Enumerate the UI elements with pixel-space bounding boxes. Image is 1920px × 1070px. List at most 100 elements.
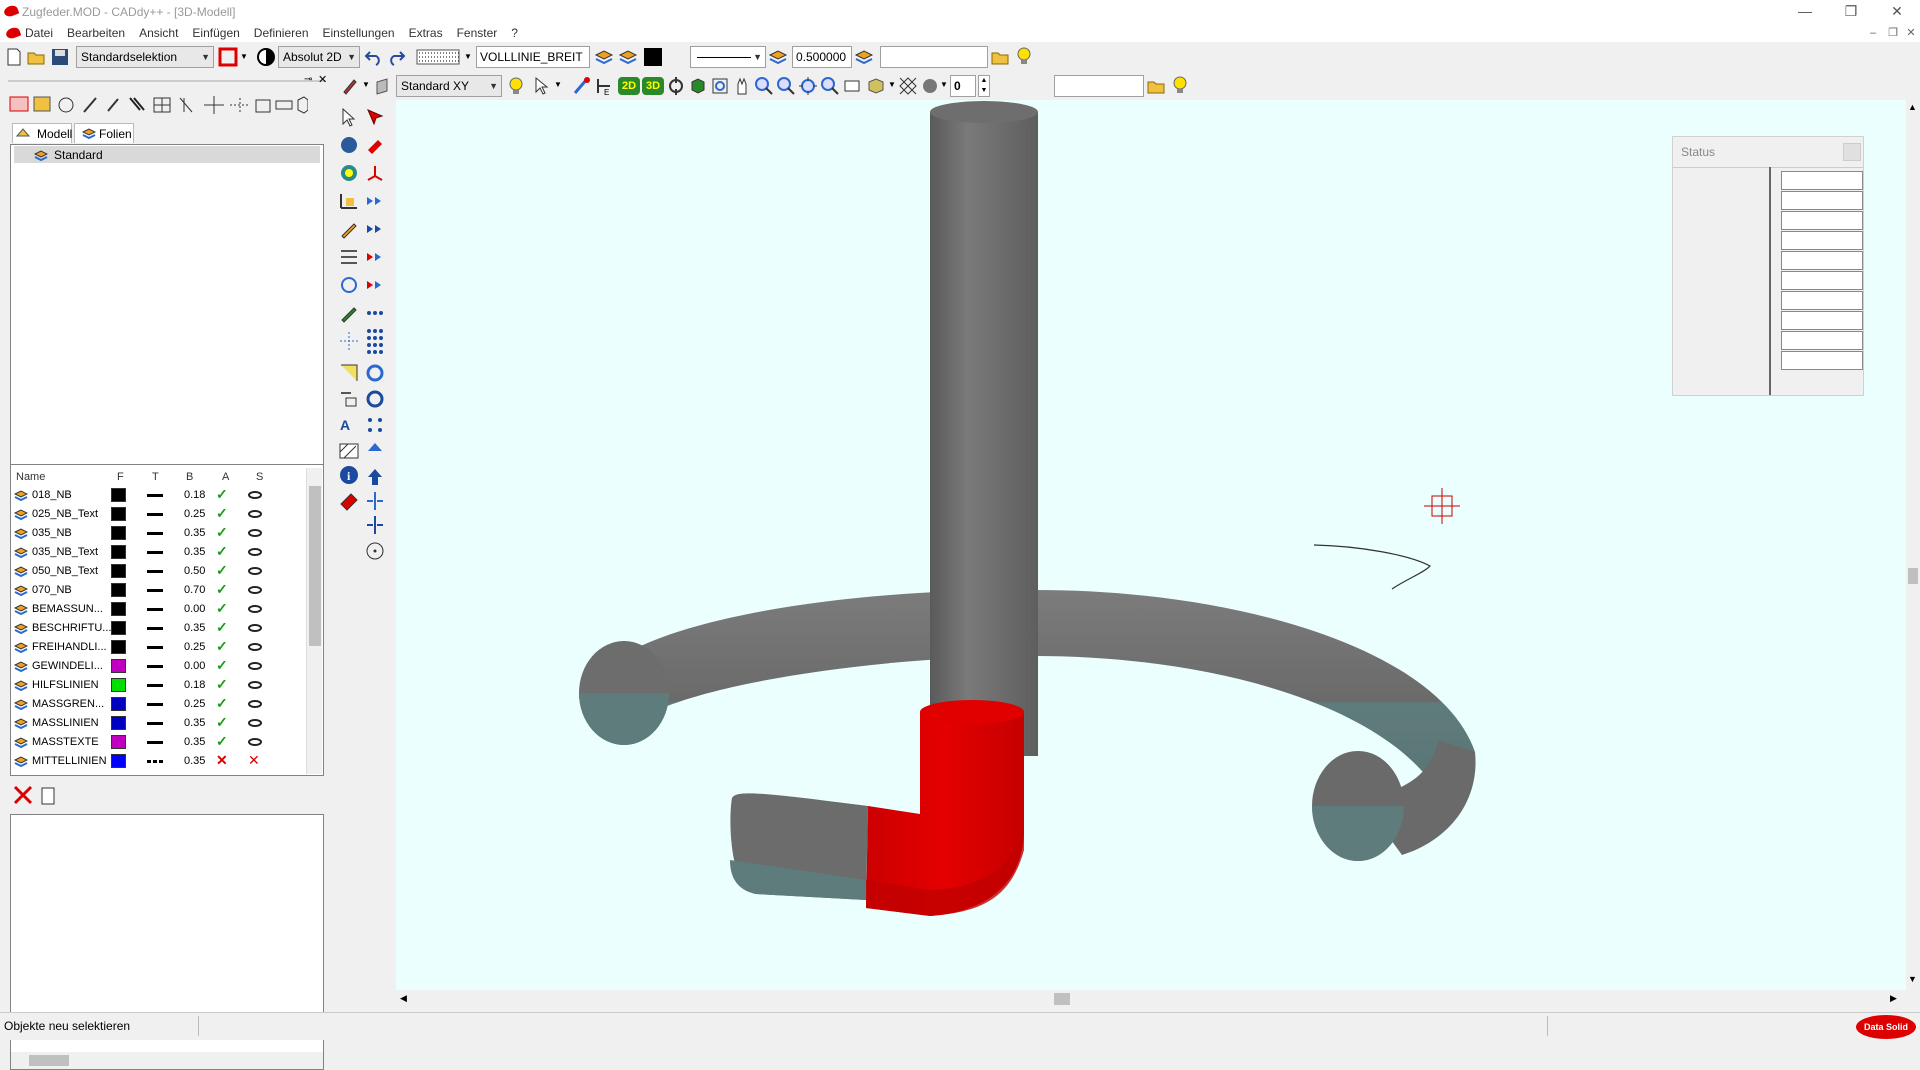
zoom-out-icon[interactable] (776, 76, 796, 96)
array-dots-icon[interactable] (364, 302, 386, 324)
scroll-thumb[interactable] (29, 1055, 69, 1066)
layer-width[interactable]: 0.25 (184, 508, 205, 520)
chevron-down-icon[interactable]: ▼ (362, 80, 370, 89)
col-s[interactable]: S (256, 471, 263, 483)
chevron-down-icon[interactable]: ▼ (554, 80, 562, 89)
zoom-window-icon[interactable] (710, 76, 730, 96)
minimize-button[interactable]: — (1782, 0, 1828, 24)
rotate-icon[interactable] (338, 274, 360, 296)
scroll-left-icon[interactable]: ◀ (400, 993, 407, 1004)
trim-icon[interactable] (338, 362, 360, 384)
dimension-icon[interactable] (338, 190, 360, 212)
viewport-vscrollbar[interactable]: ▲ ▼ (1906, 100, 1920, 992)
layer-color-swatch[interactable] (111, 526, 126, 540)
layer-width[interactable]: 0.35 (184, 622, 205, 634)
menu-einstellungen[interactable]: Einstellungen (316, 26, 402, 40)
hidden-x-icon[interactable]: ✕ (248, 752, 262, 768)
table-row[interactable]: FREIHANDLI... 0.25 ✓ (12, 638, 304, 657)
line-style-select[interactable]: ▼ (690, 46, 766, 68)
move-up-icon[interactable] (364, 440, 386, 462)
coord-mode-select[interactable]: Absolut 2D ▼ (278, 46, 360, 68)
menu-extras[interactable]: Extras (402, 26, 450, 40)
pin-icon[interactable]: ⊸ (304, 74, 312, 85)
layer-linetype[interactable] (147, 513, 163, 516)
layer-width[interactable]: 0.25 (184, 641, 205, 653)
eye-icon[interactable] (248, 643, 262, 651)
table-row[interactable]: HILFSLINIEN 0.18 ✓ (12, 676, 304, 695)
layer-linetype[interactable] (147, 684, 163, 687)
pick-icon[interactable] (572, 76, 592, 96)
value-field[interactable] (1054, 75, 1144, 97)
panel-close-icon[interactable]: ✕ (318, 73, 327, 86)
layer-width[interactable]: 0.00 (184, 660, 205, 672)
info-icon[interactable]: i (338, 464, 360, 486)
line-width-icon[interactable] (768, 47, 788, 67)
layer-linetype[interactable] (147, 570, 163, 573)
copy-mirror-icon[interactable] (364, 274, 386, 296)
layers-icon[interactable] (594, 47, 614, 67)
delete-layer-icon[interactable] (12, 784, 34, 806)
table-row[interactable]: 070_NB 0.70 ✓ (12, 581, 304, 600)
eye-icon[interactable] (248, 624, 262, 632)
active-check-icon[interactable]: ✓ (216, 676, 228, 693)
line-width-field[interactable]: 0.500000 (792, 46, 852, 68)
dots-grid-icon[interactable] (364, 414, 386, 436)
globe-icon[interactable] (338, 162, 360, 184)
undo-icon[interactable] (364, 47, 384, 67)
table-row[interactable]: BEMASSUN... 0.00 ✓ (12, 600, 304, 619)
zoom-all-icon[interactable] (798, 76, 818, 96)
search-field[interactable] (880, 46, 988, 68)
lightbulb-icon[interactable] (506, 76, 526, 96)
stretch-icon[interactable] (338, 246, 360, 268)
new-file-icon[interactable] (4, 47, 24, 67)
plane-icon[interactable] (374, 76, 394, 96)
grid-array-icon[interactable] (364, 326, 386, 356)
layer-linetype[interactable] (147, 646, 163, 649)
layer-number-field[interactable]: 0 (950, 75, 976, 97)
eye-icon[interactable] (248, 719, 262, 727)
eye-icon[interactable] (248, 567, 262, 575)
layer-linetype[interactable] (147, 722, 163, 725)
layer-width[interactable]: 0.00 (184, 603, 205, 615)
zoom-prev-icon[interactable] (820, 76, 840, 96)
layer-linetype[interactable] (147, 494, 163, 497)
active-check-icon[interactable]: ✓ (216, 657, 228, 674)
layer-scrollbar[interactable] (306, 468, 322, 774)
inactive-x-icon[interactable]: ✕ (216, 752, 228, 769)
copy-up-icon[interactable] (364, 466, 386, 488)
eye-icon[interactable] (248, 491, 262, 499)
layer-color-swatch[interactable] (111, 545, 126, 559)
layer-color-swatch[interactable] (111, 507, 126, 521)
layer-color-swatch[interactable] (111, 621, 126, 635)
scroll-up-icon[interactable]: ▲ (1908, 102, 1917, 112)
table-row[interactable]: 050_NB_Text 0.50 ✓ (12, 562, 304, 581)
menu-definieren[interactable]: Definieren (247, 26, 316, 40)
table-row[interactable]: MASSTEXTE 0.35 ✓ (12, 733, 304, 752)
restore-button[interactable]: ❐ (1828, 0, 1874, 24)
eye-icon[interactable] (248, 738, 262, 746)
mdi-close-button[interactable]: ✕ (1900, 24, 1920, 42)
table-row[interactable]: MASSLINIEN 0.35 ✓ (12, 714, 304, 733)
col-a[interactable]: A (222, 471, 229, 483)
active-check-icon[interactable]: ✓ (216, 581, 228, 598)
layer-color-swatch[interactable] (111, 716, 126, 730)
rotate-view-icon[interactable] (666, 76, 686, 96)
layer-width[interactable]: 0.50 (184, 565, 205, 577)
layer-linetype[interactable] (147, 551, 163, 554)
eraser-icon[interactable] (338, 490, 360, 512)
layer-linetype[interactable] (147, 741, 163, 744)
eye-icon[interactable] (248, 681, 262, 689)
lightbulb-icon[interactable] (1014, 46, 1034, 66)
table-row[interactable]: BESCHRIFTU... 0.35 ✓ (12, 619, 304, 638)
layer-width[interactable]: 0.35 (184, 546, 205, 558)
active-check-icon[interactable]: ✓ (216, 638, 228, 655)
table-row[interactable]: 025_NB_Text 0.25 ✓ (12, 505, 304, 524)
split-join-icon[interactable] (364, 514, 386, 536)
layer-color-swatch[interactable] (111, 735, 126, 749)
table-row[interactable]: MASSGREN... 0.25 ✓ (12, 695, 304, 714)
table-row[interactable]: MITTELLINIEN 0.35 ✕ ✕ (12, 752, 304, 771)
scroll-down-icon[interactable]: ▼ (1908, 974, 1917, 984)
menu-fenster[interactable]: Fenster (450, 26, 505, 40)
scroll-thumb[interactable] (1908, 568, 1918, 584)
material-sphere-icon[interactable] (920, 76, 940, 96)
